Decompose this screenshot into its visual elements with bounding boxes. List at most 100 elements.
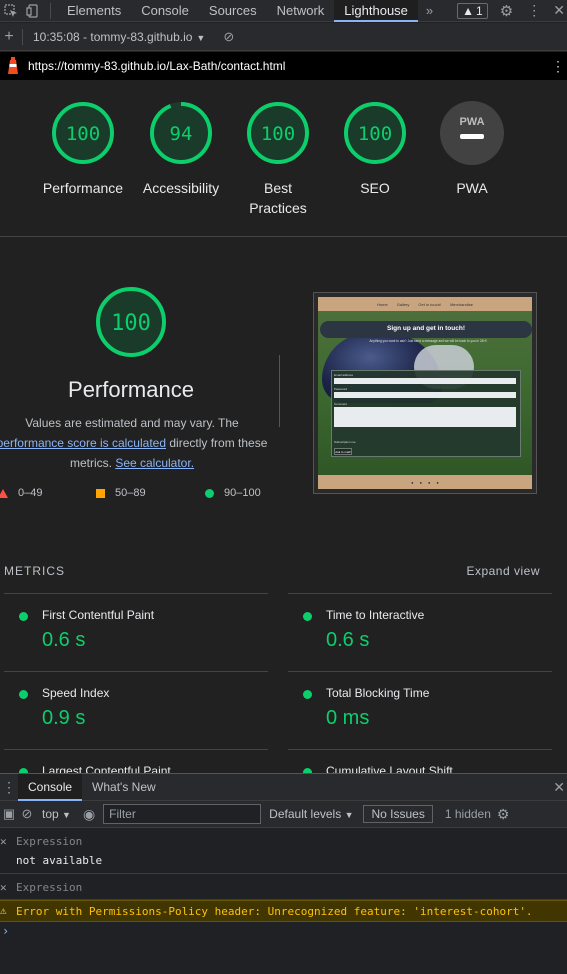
social-icon: ● [411,479,414,485]
remove-expression-icon[interactable]: ✕ [0,835,7,848]
lighthouse-report: 100 Performance 94 Accessibility 100 Bes… [0,80,567,773]
clear-reports-icon[interactable]: ⊘ [223,29,234,45]
tab-elements[interactable]: Elements [57,0,131,22]
pass-circle-icon [205,488,214,498]
metric-name: Speed Index [42,686,110,700]
expression-result: not available [16,854,103,867]
pass-circle-icon [19,690,28,699]
clear-console-icon[interactable]: ⊘ [18,806,36,822]
tab-lighthouse[interactable]: Lighthouse [334,0,418,22]
performance-gauge: 100 [94,285,168,364]
category-gauges: 100 Performance 94 Accessibility 100 Bes… [0,80,567,237]
report-menu-icon[interactable]: ⋮ [549,58,567,75]
devtools-tabbar: Elements Console Sources Network Lightho… [0,0,567,22]
metric-name: Cumulative Layout Shift [326,764,453,773]
settings-gear-icon[interactable]: ⚙ [500,2,513,20]
context-label: top [42,807,59,821]
score-ring: 100 [344,102,406,164]
new-report-icon[interactable]: + [0,28,18,46]
score-scale-legend: 0–49 50–89 90–100 [0,487,280,503]
live-expression[interactable]: ✕ Expression not available [0,828,567,874]
remove-expression-icon[interactable]: ✕ [0,881,7,894]
gauge-score: 100 [66,123,100,145]
log-levels-label: Default levels [269,807,342,821]
drawer-tab-whats-new[interactable]: What's New [82,774,166,801]
gauge-label: PWA [456,180,488,196]
live-expression-eye-icon[interactable]: ◉ [83,806,95,823]
legend-range: 90–100 [224,487,261,499]
live-expression[interactable]: ✕ Expression [0,874,567,900]
form-field [334,392,516,398]
final-screenshot[interactable]: Home Gallery Get in touch! Merchandise S… [313,292,537,494]
summary-divider [279,355,280,427]
tabbar-separator [50,2,51,19]
description-text: Values are estimated and may vary. The [25,416,239,430]
more-tabs-icon[interactable]: » [418,3,441,18]
metric-time-to-interactive: Time to Interactive 0.6 s [288,593,552,671]
gauge-seo[interactable]: 100 SEO [320,100,430,198]
gauge-accessibility[interactable]: 94 Accessibility [126,100,236,198]
tab-network[interactable]: Network [267,0,335,22]
drawer-tab-console[interactable]: Console [18,773,83,801]
console-settings-gear-icon[interactable]: ⚙ [497,806,510,823]
close-drawer-icon[interactable]: ✕ [553,779,565,796]
gauge-label-line: Best [263,180,292,196]
customize-menu-icon[interactable]: ⋮ [527,2,541,19]
gauge-best-practices[interactable]: 100 Best Practices [223,100,333,218]
pwa-badge-text: PWA [459,116,484,128]
log-levels-dropdown[interactable]: Default levels ▼ [269,807,353,821]
pass-circle-icon [303,690,312,699]
screenshot-nav-item: Gallery [396,301,410,307]
gauge-pwa[interactable]: PWA PWA [417,100,527,198]
console-drawer: ⋮ Console What's New ✕ ▣ ⊘ top ▼ ◉ Defau… [0,773,567,974]
pass-circle-icon [19,612,28,621]
legend-pass: 90–100 [205,487,261,499]
metric-speed-index: Speed Index 0.9 s [4,671,268,749]
warnings-badge[interactable]: ▲ 1 [457,2,488,19]
screenshot-footer: ● ● ● ● [318,475,532,489]
device-toolbar-icon[interactable] [22,0,44,22]
form-checkbox-label: Subscription me [334,440,356,444]
social-icon: ● [436,479,439,485]
metric-value: 0.6 s [326,629,370,651]
performance-score: 100 [111,311,151,336]
close-devtools-icon[interactable]: ✕ [553,2,565,19]
gauge-score: 100 [358,123,392,145]
gauge-performance[interactable]: 100 Performance [28,100,138,198]
screenshot-banner: Sign up and get in touch! [320,321,532,338]
gauge-label: Accessibility [142,180,220,196]
score-calculation-link[interactable]: performance score is calculated [0,436,166,450]
audited-url: https://tommy-83.github.io/Lax-Bath/cont… [28,59,286,73]
console-prompt-chevron-icon[interactable]: › [2,924,9,938]
see-calculator-link[interactable]: See calculator. [115,456,194,470]
performance-description: Values are estimated and may vary. The p… [0,413,268,473]
screenshot-frame: Home Gallery Get in touch! Merchandise S… [318,297,532,489]
console-toolbar: ▣ ⊘ top ▼ ◉ Default levels ▼ No Issues 1… [0,801,567,828]
expression-placeholder: Expression [16,881,83,894]
score-ring: 100 [52,102,114,164]
screenshot-subtitle: Anything you want to ask? Just send a me… [369,339,487,343]
metric-name: Time to Interactive [326,608,425,622]
issues-button[interactable]: No Issues [363,805,433,823]
form-label: Comment [334,402,348,406]
performance-title: Performance [68,377,194,402]
report-selector[interactable]: 10:35:08 - tommy-83.github.io ▼ [33,30,205,44]
sidebar-toggle-icon[interactable]: ▣ [0,806,18,822]
expand-view-toggle[interactable]: Expand view [466,564,540,578]
context-selector[interactable]: top ▼ [42,807,71,821]
metric-value: 0.9 s [42,707,86,729]
screenshot-nav: Home Gallery Get in touch! Merchandise [318,297,532,311]
drawer-menu-icon[interactable]: ⋮ [0,779,18,796]
hidden-count: 1 hidden [444,807,491,821]
tab-console[interactable]: Console [131,0,199,22]
social-icon: ● [419,479,422,485]
screenshot-nav-item: Home [377,301,388,307]
metric-first-contentful-paint: First Contentful Paint 0.6 s [4,593,268,671]
metric-cumulative-layout-shift: Cumulative Layout Shift [288,749,552,773]
gauge-score: 94 [170,123,193,145]
metric-total-blocking-time: Total Blocking Time 0 ms [288,671,552,749]
inspect-element-icon[interactable] [0,0,22,22]
form-submit: Ask to mail! [334,448,352,455]
console-filter-input[interactable] [103,804,262,824]
tab-sources[interactable]: Sources [199,0,267,22]
